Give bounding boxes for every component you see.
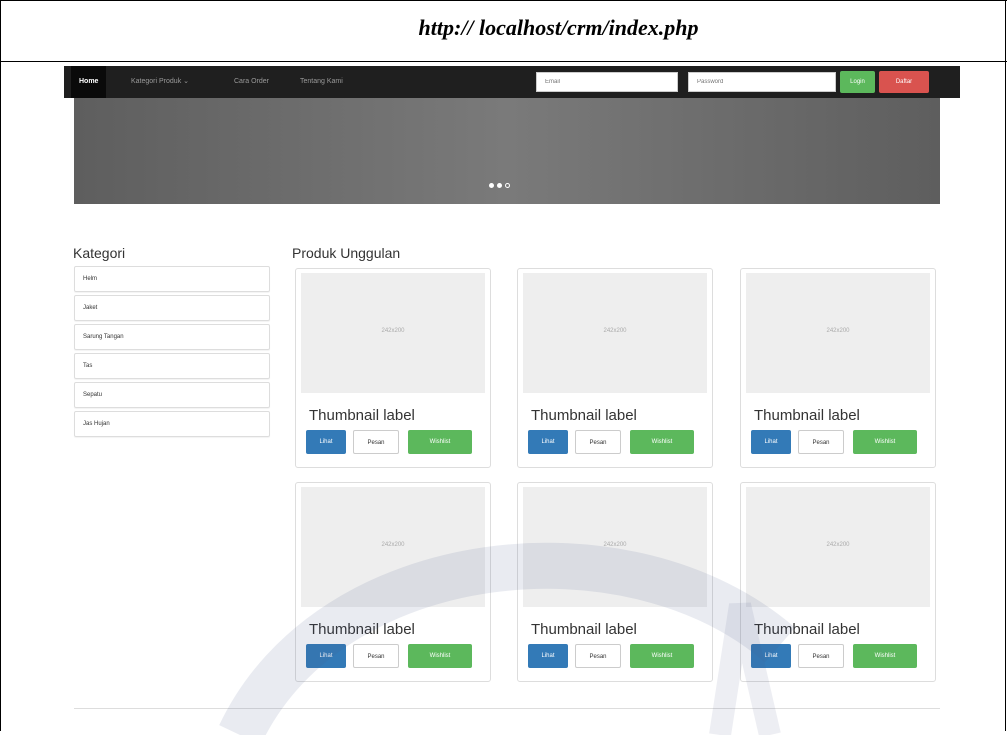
thumbnail-size-text: 242x200 bbox=[381, 542, 405, 548]
product-label: Thumbnail label bbox=[531, 407, 637, 424]
lihat-button[interactable]: Lihat bbox=[751, 430, 791, 454]
carousel-indicators bbox=[489, 175, 513, 193]
password-field[interactable] bbox=[688, 72, 836, 92]
kategori-item-jas-hujan[interactable]: Jas Hujan bbox=[74, 411, 270, 437]
pesan-button[interactable]: Pesan bbox=[798, 644, 844, 668]
pesan-button[interactable]: Pesan bbox=[798, 430, 844, 454]
wishlist-button[interactable]: Wishlist bbox=[630, 430, 694, 454]
lihat-button[interactable]: Lihat bbox=[751, 644, 791, 668]
hero-carousel[interactable] bbox=[74, 98, 940, 204]
product-thumbnail: 242x200 bbox=[523, 273, 707, 393]
wishlist-button[interactable]: Wishlist bbox=[408, 430, 472, 454]
thumbnail-size-text: 242x200 bbox=[826, 542, 850, 548]
product-label: Thumbnail label bbox=[309, 407, 415, 424]
wishlist-button[interactable]: Wishlist bbox=[408, 644, 472, 668]
product-card: 242x200 Thumbnail label Lihat Pesan Wish… bbox=[295, 268, 491, 468]
thumbnail-size-text: 242x200 bbox=[603, 542, 627, 548]
kategori-item-sarung-tangan[interactable]: Sarung Tangan bbox=[74, 324, 270, 350]
kategori-item-helm[interactable]: Helm bbox=[74, 266, 270, 292]
kategori-list: Helm Jaket Sarung Tangan Tas Sepatu Jas … bbox=[74, 266, 270, 440]
thumbnail-size-text: 242x200 bbox=[381, 328, 405, 334]
url-caption-bar: http:// localhost/crm/index.php bbox=[0, 0, 1007, 62]
footer-divider bbox=[74, 708, 940, 709]
product-card: 242x200 Thumbnail label Lihat Pesan Wish… bbox=[740, 268, 936, 468]
thumbnail-size-text: 242x200 bbox=[826, 328, 850, 334]
navbar: Home Kategori Produk ⌄ Cara Order Tentan… bbox=[64, 66, 960, 98]
product-card: 242x200 Thumbnail label Lihat Pesan Wish… bbox=[740, 482, 936, 682]
pesan-button[interactable]: Pesan bbox=[575, 430, 621, 454]
thumbnail-size-text: 242x200 bbox=[603, 328, 627, 334]
lihat-button[interactable]: Lihat bbox=[306, 430, 346, 454]
url-caption: http:// localhost/crm/index.php bbox=[418, 15, 699, 40]
lihat-button[interactable]: Lihat bbox=[306, 644, 346, 668]
carousel-indicator[interactable] bbox=[505, 183, 510, 188]
wishlist-button[interactable]: Wishlist bbox=[853, 644, 917, 668]
pesan-button[interactable]: Pesan bbox=[353, 430, 399, 454]
kategori-item-tas[interactable]: Tas bbox=[74, 353, 270, 379]
email-field[interactable] bbox=[536, 72, 678, 92]
product-thumbnail: 242x200 bbox=[746, 487, 930, 607]
produk-unggulan-heading: Produk Unggulan bbox=[292, 245, 401, 261]
product-card: 242x200 Thumbnail label Lihat Pesan Wish… bbox=[517, 268, 713, 468]
carousel-indicator[interactable] bbox=[497, 183, 502, 188]
nav-tentang-kami[interactable]: Tentang Kami bbox=[292, 66, 351, 98]
product-label: Thumbnail label bbox=[754, 621, 860, 638]
kategori-heading: Kategori bbox=[73, 245, 126, 261]
login-button[interactable]: Login bbox=[840, 71, 875, 93]
pesan-button[interactable]: Pesan bbox=[575, 644, 621, 668]
product-label: Thumbnail label bbox=[309, 621, 415, 638]
product-thumbnail: 242x200 bbox=[301, 273, 485, 393]
product-thumbnail: 242x200 bbox=[523, 487, 707, 607]
wishlist-button[interactable]: Wishlist bbox=[630, 644, 694, 668]
product-thumbnail: 242x200 bbox=[746, 273, 930, 393]
product-label: Thumbnail label bbox=[754, 407, 860, 424]
wishlist-button[interactable]: Wishlist bbox=[853, 430, 917, 454]
pesan-button[interactable]: Pesan bbox=[353, 644, 399, 668]
nav-home[interactable]: Home bbox=[71, 66, 107, 98]
kategori-item-sepatu[interactable]: Sepatu bbox=[74, 382, 270, 408]
product-card: 242x200 Thumbnail label Lihat Pesan Wish… bbox=[295, 482, 491, 682]
kategori-item-jaket[interactable]: Jaket bbox=[74, 295, 270, 321]
product-thumbnail: 242x200 bbox=[301, 487, 485, 607]
daftar-button[interactable]: Daftar bbox=[879, 71, 929, 93]
carousel-indicator[interactable] bbox=[489, 183, 494, 188]
lihat-button[interactable]: Lihat bbox=[528, 644, 568, 668]
nav-kategori-dropdown[interactable]: Kategori Produk ⌄ bbox=[123, 66, 197, 98]
product-label: Thumbnail label bbox=[531, 621, 637, 638]
nav-cara-order[interactable]: Cara Order bbox=[226, 66, 277, 98]
product-card: 242x200 Thumbnail label Lihat Pesan Wish… bbox=[517, 482, 713, 682]
lihat-button[interactable]: Lihat bbox=[528, 430, 568, 454]
